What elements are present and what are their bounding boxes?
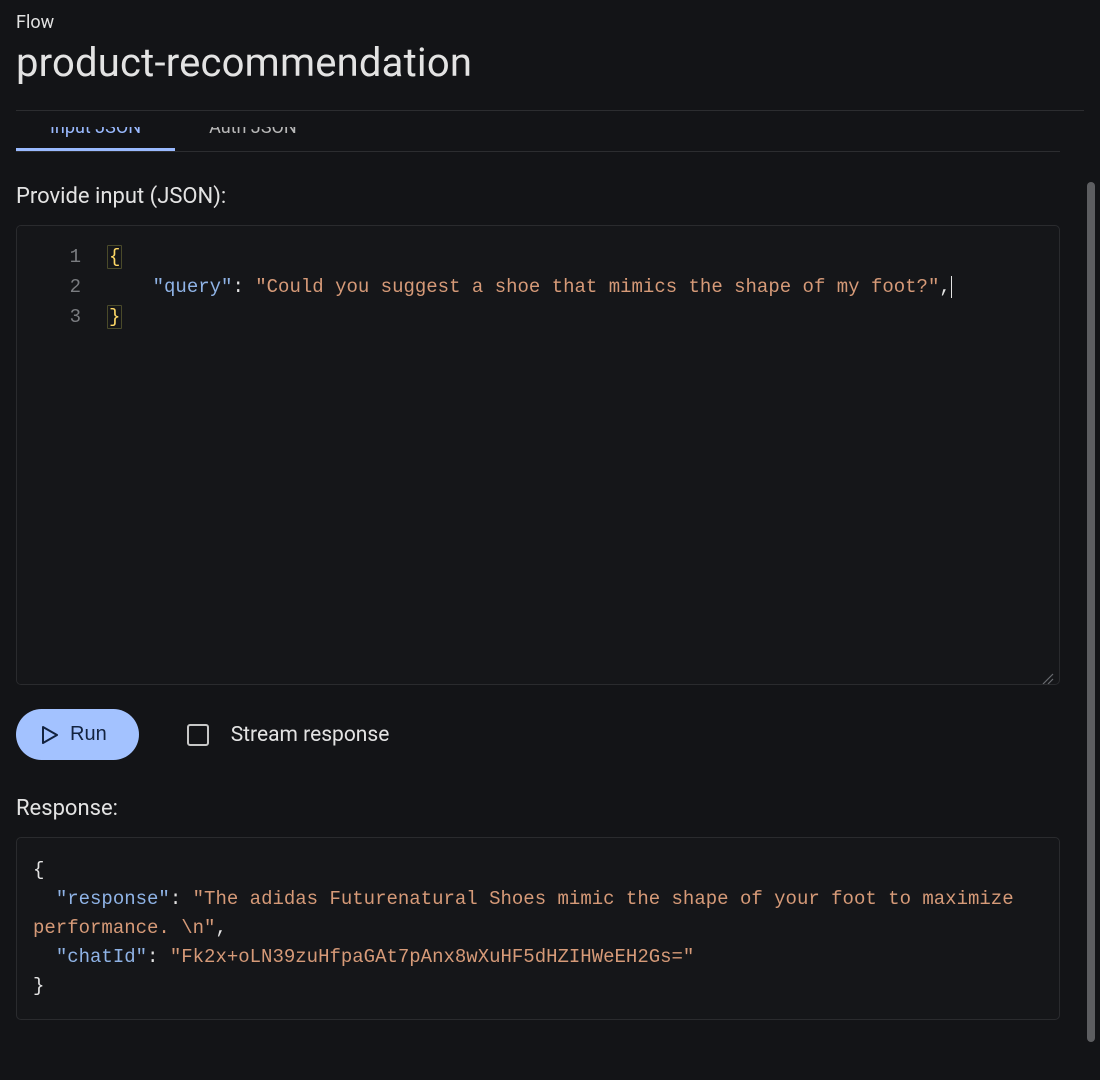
json-punct: { [33, 859, 44, 881]
brace-open: { [107, 245, 122, 269]
line-number: 3 [17, 302, 99, 332]
json-input-editor[interactable]: 1 2 3 { "query": "Could you suggest a sh… [16, 225, 1060, 685]
json-key: "query" [153, 276, 233, 298]
json-punct: , [215, 917, 226, 939]
brace-close: } [107, 305, 122, 329]
scrollbar-thumb[interactable] [1087, 182, 1095, 1042]
json-string: "Could you suggest a shoe that mimics th… [255, 276, 939, 298]
controls-row: Run Stream response [16, 709, 1060, 760]
vertical-scrollbar[interactable] [1084, 134, 1098, 1080]
stream-response-label: Stream response [231, 723, 390, 747]
input-label: Provide input (JSON): [16, 184, 1060, 209]
page-title: product-recommendation [16, 39, 1084, 86]
text-cursor [951, 276, 952, 298]
tabs: Input JSON Auth JSON [16, 127, 1060, 152]
response-output[interactable]: { "response": "The adidas Futurenatural … [16, 837, 1060, 1020]
divider [16, 110, 1084, 111]
tab-input-json[interactable]: Input JSON [16, 127, 175, 151]
line-number: 1 [17, 242, 99, 272]
json-punct: : [147, 946, 170, 968]
run-button[interactable]: Run [16, 709, 139, 760]
line-number: 2 [17, 272, 99, 302]
json-key: "chatId" [56, 946, 147, 968]
json-key: "response" [56, 888, 170, 910]
play-icon [42, 726, 58, 744]
json-punct: } [33, 975, 44, 997]
resize-handle-icon[interactable] [1041, 666, 1055, 680]
checkbox-icon[interactable] [187, 724, 209, 746]
response-label: Response: [16, 796, 1060, 821]
json-punct: , [939, 276, 950, 298]
run-button-label: Run [70, 723, 107, 746]
json-punct: : [170, 888, 193, 910]
json-string: "Fk2x+oLN39zuHfpaGAt7pAnx8wXuHF5dHZIHWeE… [170, 946, 695, 968]
page-root: Flow product-recommendation Input JSON A… [0, 0, 1100, 1080]
stream-response-toggle[interactable]: Stream response [187, 723, 390, 747]
breadcrumb[interactable]: Flow [16, 12, 1084, 33]
editor-content[interactable]: { "query": "Could you suggest a shoe tha… [107, 226, 1059, 684]
editor-gutter: 1 2 3 [17, 226, 107, 684]
json-punct: : [232, 276, 255, 298]
tab-auth-json[interactable]: Auth JSON [175, 127, 331, 151]
